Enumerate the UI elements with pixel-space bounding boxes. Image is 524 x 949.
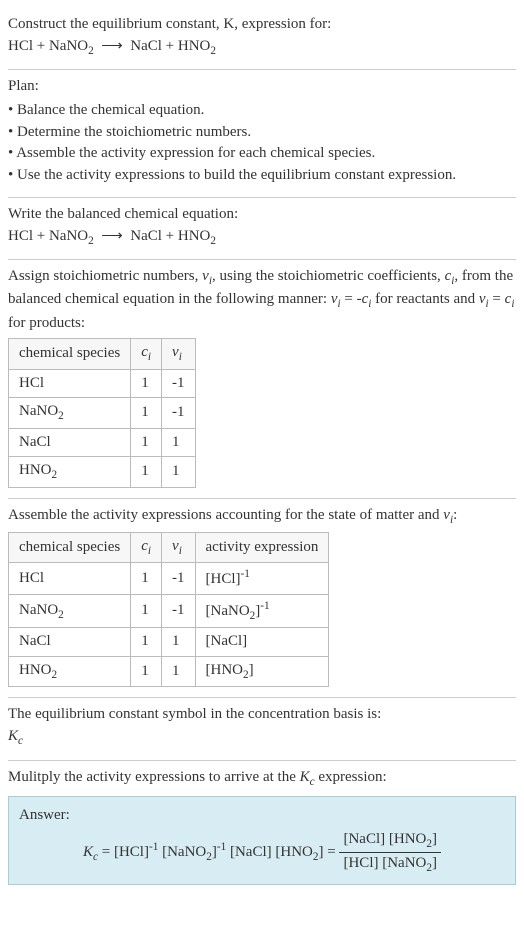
activity-intro: Assemble the activity expressions accoun… (8, 505, 516, 528)
balanced-equation: HCl + NaNO2 ⟶ NaCl + HNO2 (8, 226, 516, 249)
cell-vi: 1 (162, 457, 196, 487)
cell-vi: -1 (162, 369, 196, 398)
fraction-denominator: [HCl] [NaNO2] (339, 853, 441, 876)
cell-ci: 1 (131, 428, 162, 457)
reaction-equation: HCl + NaNO2 ⟶ NaCl + HNO2 (8, 36, 516, 59)
cell-vi: -1 (162, 563, 196, 595)
table-header-row: chemical species ci νi (9, 339, 196, 369)
final-section: Mulitply the activity expressions to arr… (8, 761, 516, 896)
cell-ci: 1 (131, 657, 162, 687)
intro-line: Construct the equilibrium constant, K, e… (8, 14, 516, 36)
col-activity: activity expression (195, 533, 329, 563)
cell-species: NaCl (9, 628, 131, 657)
table-row: NaCl 1 1 [NaCl] (9, 628, 329, 657)
cell-vi: -1 (162, 595, 196, 628)
col-vi: νi (162, 339, 196, 369)
final-intro: Mulitply the activity expressions to arr… (8, 767, 516, 790)
table-row: NaCl 1 1 (9, 428, 196, 457)
col-species: chemical species (9, 339, 131, 369)
col-vi: νi (162, 533, 196, 563)
intro-section: Construct the equilibrium constant, K, e… (8, 8, 516, 70)
cell-species: NaNO2 (9, 398, 131, 428)
table-header-row: chemical species ci νi activity expressi… (9, 533, 329, 563)
plan-list: Balance the chemical equation. Determine… (8, 100, 516, 187)
cell-species: HNO2 (9, 657, 131, 687)
cell-ci: 1 (131, 457, 162, 487)
cell-ci: 1 (131, 398, 162, 428)
symbol-kc: Kc (8, 726, 516, 749)
plan-item: Use the activity expressions to build th… (8, 165, 516, 187)
stoich-section: Assign stoichiometric numbers, νi, using… (8, 260, 516, 499)
cell-activity: [NaCl] (195, 628, 329, 657)
table-row: HCl 1 -1 (9, 369, 196, 398)
cell-ci: 1 (131, 563, 162, 595)
table-row: HNO2 1 1 (9, 457, 196, 487)
cell-species: NaNO2 (9, 595, 131, 628)
stoich-intro: Assign stoichiometric numbers, νi, using… (8, 266, 516, 334)
symbol-line1: The equilibrium constant symbol in the c… (8, 704, 516, 726)
kc-left: Kc = [HCl]-1 [NaNO2]-1 [NaCl] [HNO2] = (83, 844, 340, 860)
cell-ci: 1 (131, 595, 162, 628)
cell-vi: 1 (162, 628, 196, 657)
activity-table: chemical species ci νi activity expressi… (8, 532, 329, 687)
kc-fraction: [NaCl] [HNO2] [HCl] [NaNO2] (339, 829, 441, 877)
answer-label: Answer: (19, 805, 505, 827)
table-row: NaNO2 1 -1 [NaNO2]-1 (9, 595, 329, 628)
stoich-table: chemical species ci νi HCl 1 -1 NaNO2 1 … (8, 338, 196, 487)
balanced-section: Write the balanced chemical equation: HC… (8, 198, 516, 260)
cell-species: HCl (9, 563, 131, 595)
plan-item: Determine the stoichiometric numbers. (8, 122, 516, 144)
cell-species: NaCl (9, 428, 131, 457)
table-row: NaNO2 1 -1 (9, 398, 196, 428)
col-ci: ci (131, 339, 162, 369)
col-species: chemical species (9, 533, 131, 563)
cell-species: HNO2 (9, 457, 131, 487)
cell-vi: -1 (162, 398, 196, 428)
symbol-section: The equilibrium constant symbol in the c… (8, 698, 516, 760)
col-ci: ci (131, 533, 162, 563)
cell-activity: [HCl]-1 (195, 563, 329, 595)
cell-ci: 1 (131, 628, 162, 657)
table-row: HNO2 1 1 [HNO2] (9, 657, 329, 687)
balanced-title: Write the balanced chemical equation: (8, 204, 516, 226)
cell-vi: 1 (162, 657, 196, 687)
plan-item: Assemble the activity expression for eac… (8, 143, 516, 165)
table-row: HCl 1 -1 [HCl]-1 (9, 563, 329, 595)
cell-vi: 1 (162, 428, 196, 457)
plan-title: Plan: (8, 76, 516, 98)
cell-species: HCl (9, 369, 131, 398)
fraction-numerator: [NaCl] [HNO2] (339, 829, 441, 853)
answer-box: Answer: Kc = [HCl]-1 [NaNO2]-1 [NaCl] [H… (8, 796, 516, 885)
cell-activity: [NaNO2]-1 (195, 595, 329, 628)
plan-item: Balance the chemical equation. (8, 100, 516, 122)
answer-expression: Kc = [HCl]-1 [NaNO2]-1 [NaCl] [HNO2] = [… (19, 829, 505, 877)
cell-ci: 1 (131, 369, 162, 398)
activity-section: Assemble the activity expressions accoun… (8, 499, 516, 699)
plan-section: Plan: Balance the chemical equation. Det… (8, 70, 516, 198)
cell-activity: [HNO2] (195, 657, 329, 687)
